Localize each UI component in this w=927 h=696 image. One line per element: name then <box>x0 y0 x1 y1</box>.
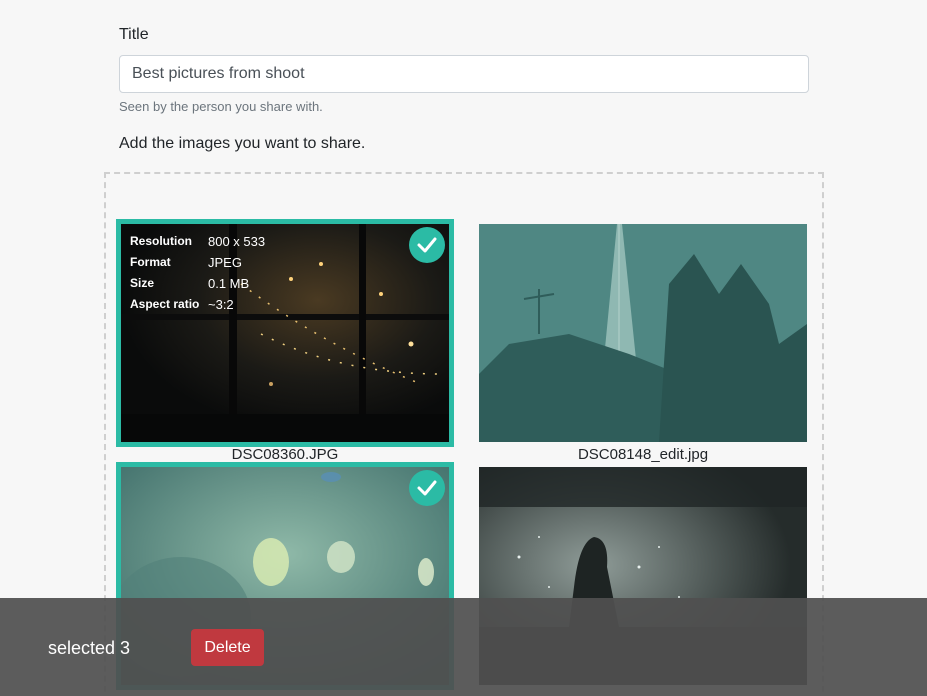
title-help-text: Seen by the person you share with. <box>119 99 323 114</box>
meta-value: ~3:2 <box>208 297 234 312</box>
image-metadata: Resolution 800 x 533 Format JPEG Size 0.… <box>130 231 265 315</box>
delete-button[interactable]: Delete <box>191 629 264 666</box>
image-tile-2[interactable]: DSC08148_edit.jpg <box>474 219 812 463</box>
checkmark-icon[interactable] <box>409 470 445 506</box>
meta-value: 0.1 MB <box>208 276 250 291</box>
meta-row: Format JPEG <box>130 252 265 273</box>
photo-tower-trees <box>479 224 807 442</box>
meta-value: JPEG <box>208 255 242 270</box>
image-filename: DSC08360.JPG <box>231 446 339 463</box>
meta-key: Format <box>130 255 171 269</box>
checkmark-icon[interactable] <box>409 227 445 263</box>
meta-row: Resolution 800 x 533 <box>130 231 265 252</box>
add-images-label: Add the images you want to share. <box>119 135 366 152</box>
title-label: Title <box>119 26 149 43</box>
meta-row: Size 0.1 MB <box>130 273 265 294</box>
image-tile-1[interactable]: Resolution 800 x 533 Format JPEG Size 0.… <box>116 219 454 463</box>
selected-count: selected 3 <box>48 638 131 658</box>
image-filename: DSC08148_edit.jpg <box>577 446 709 463</box>
title-input[interactable] <box>119 55 809 93</box>
meta-key: Aspect ratio <box>130 297 200 311</box>
meta-row: Aspect ratio ~3:2 <box>130 294 265 315</box>
meta-key: Size <box>130 276 155 290</box>
meta-key: Resolution <box>130 234 192 248</box>
meta-value: 800 x 533 <box>208 234 266 249</box>
selection-action-bar <box>0 598 927 696</box>
